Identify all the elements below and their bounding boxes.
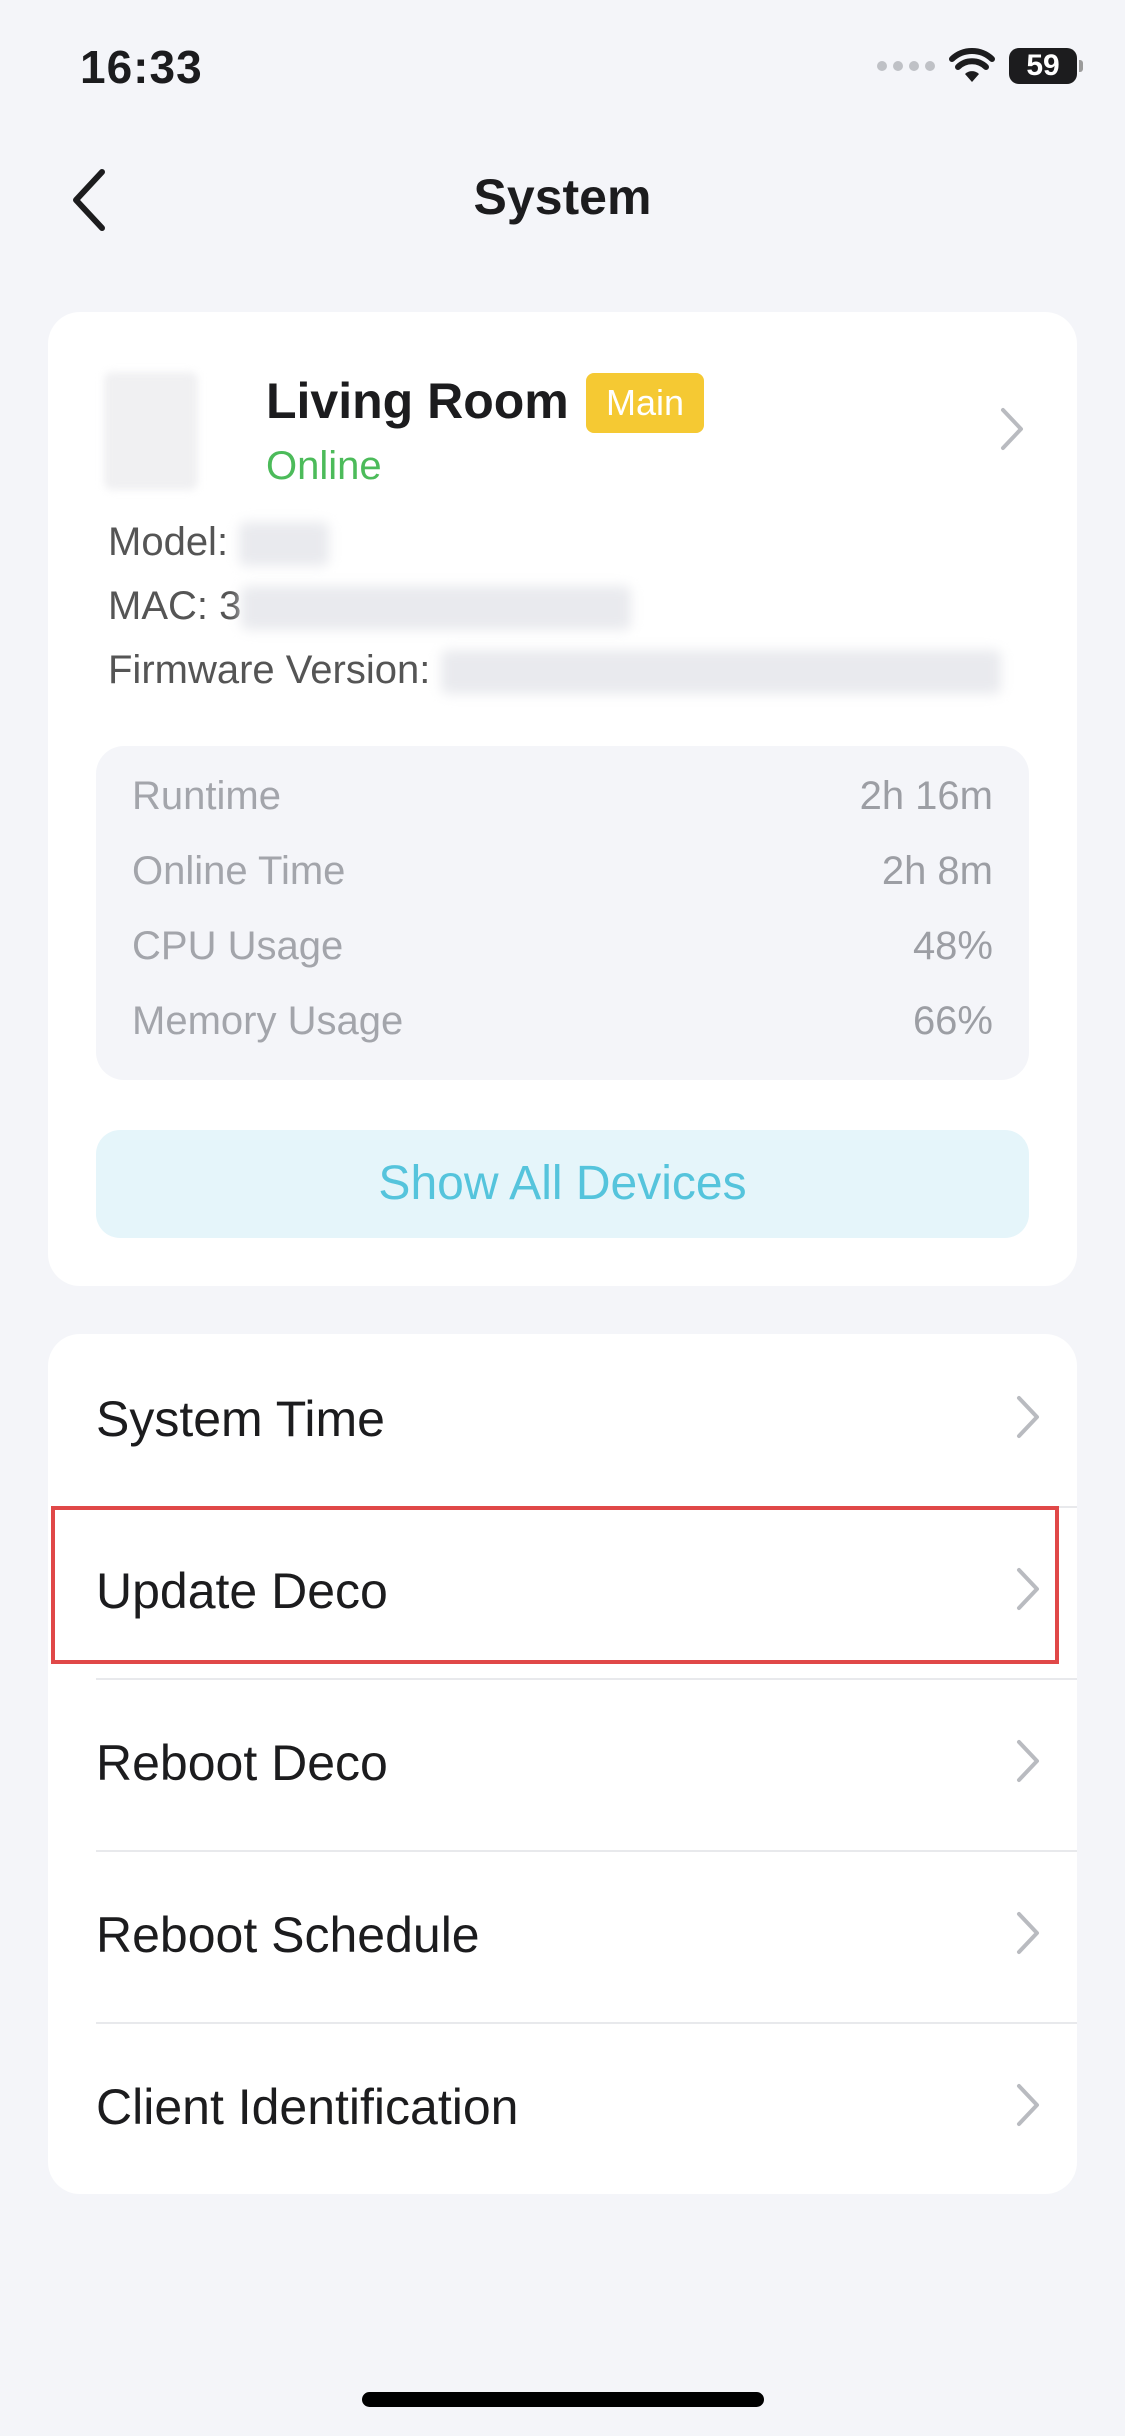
device-image bbox=[104, 372, 198, 490]
device-name[interactable]: Living Room bbox=[266, 372, 569, 430]
stat-cpu-usage: CPU Usage 48% bbox=[132, 924, 993, 984]
device-card: Living Room Main Online Model: MAC: 3 Fi… bbox=[48, 312, 1077, 1286]
chevron-right-icon bbox=[1001, 408, 1023, 450]
chevron-right-icon bbox=[1017, 1912, 1039, 1954]
stat-label: Memory Usage bbox=[132, 999, 404, 1043]
status-icons: 59 bbox=[877, 48, 1083, 84]
stat-label: Runtime bbox=[132, 774, 281, 818]
stat-runtime: Runtime 2h 16m bbox=[132, 774, 993, 834]
menu-item-update-deco[interactable]: Update Deco bbox=[48, 1506, 1077, 1678]
battery-level: 59 bbox=[1026, 49, 1060, 82]
firmware-line: Firmware Version: bbox=[108, 648, 1002, 695]
stat-value: 2h 16m bbox=[859, 774, 993, 818]
stat-online-time: Online Time 2h 8m bbox=[132, 849, 993, 909]
menu-item-label: System Time bbox=[96, 1391, 385, 1447]
menu-item-reboot-schedule[interactable]: Reboot Schedule bbox=[48, 1850, 1077, 2022]
model-line: Model: bbox=[108, 520, 330, 567]
battery-icon: 59 bbox=[1009, 48, 1083, 84]
stat-memory-usage: Memory Usage 66% bbox=[132, 999, 993, 1059]
device-status: Online bbox=[266, 444, 382, 488]
chevron-right-icon bbox=[1017, 1396, 1039, 1438]
menu-item-reboot-deco[interactable]: Reboot Deco bbox=[48, 1678, 1077, 1850]
stat-value: 66% bbox=[912, 999, 993, 1043]
stat-value: 2h 8m bbox=[881, 849, 993, 893]
chevron-right-icon bbox=[1017, 1568, 1039, 1610]
device-detail-button[interactable] bbox=[999, 406, 1025, 457]
menu-item-label: Reboot Schedule bbox=[96, 1907, 480, 1963]
menu-item-label: Reboot Deco bbox=[96, 1735, 388, 1791]
home-indicator[interactable] bbox=[362, 2392, 764, 2407]
mac-label: MAC: 3 bbox=[108, 584, 242, 628]
show-all-devices-button[interactable]: Show All Devices bbox=[96, 1130, 1029, 1238]
page-title: System bbox=[473, 169, 652, 225]
menu-item-client-identification[interactable]: Client Identification bbox=[48, 2022, 1077, 2194]
menu-item-label: Update Deco bbox=[96, 1563, 388, 1619]
chevron-right-icon bbox=[1017, 1740, 1039, 1782]
mac-value-redacted bbox=[241, 586, 632, 631]
stats-panel: Runtime 2h 16m Online Time 2h 8m CPU Usa… bbox=[96, 746, 1029, 1080]
stat-label: Online Time bbox=[132, 849, 346, 893]
wifi-icon bbox=[949, 48, 995, 82]
nav-bar: System bbox=[0, 150, 1125, 250]
firmware-label: Firmware Version: bbox=[108, 648, 431, 692]
menu-item-system-time[interactable]: System Time bbox=[48, 1334, 1077, 1506]
status-time: 16:33 bbox=[80, 41, 203, 93]
model-value-redacted bbox=[239, 522, 330, 567]
main-badge: Main bbox=[586, 373, 705, 433]
mac-line: MAC: 3 bbox=[108, 584, 632, 631]
settings-menu: System Time Update Deco Reboot Deco Rebo… bbox=[48, 1334, 1077, 2194]
chevron-right-icon bbox=[1017, 2084, 1039, 2126]
status-bar: 16:33 59 bbox=[0, 0, 1125, 140]
model-label: Model: bbox=[108, 520, 229, 564]
menu-item-label: Client Identification bbox=[96, 2079, 519, 2135]
signal-icon bbox=[877, 61, 935, 71]
stat-value: 48% bbox=[912, 924, 993, 968]
firmware-value-redacted bbox=[441, 650, 1002, 695]
stat-label: CPU Usage bbox=[132, 924, 344, 968]
